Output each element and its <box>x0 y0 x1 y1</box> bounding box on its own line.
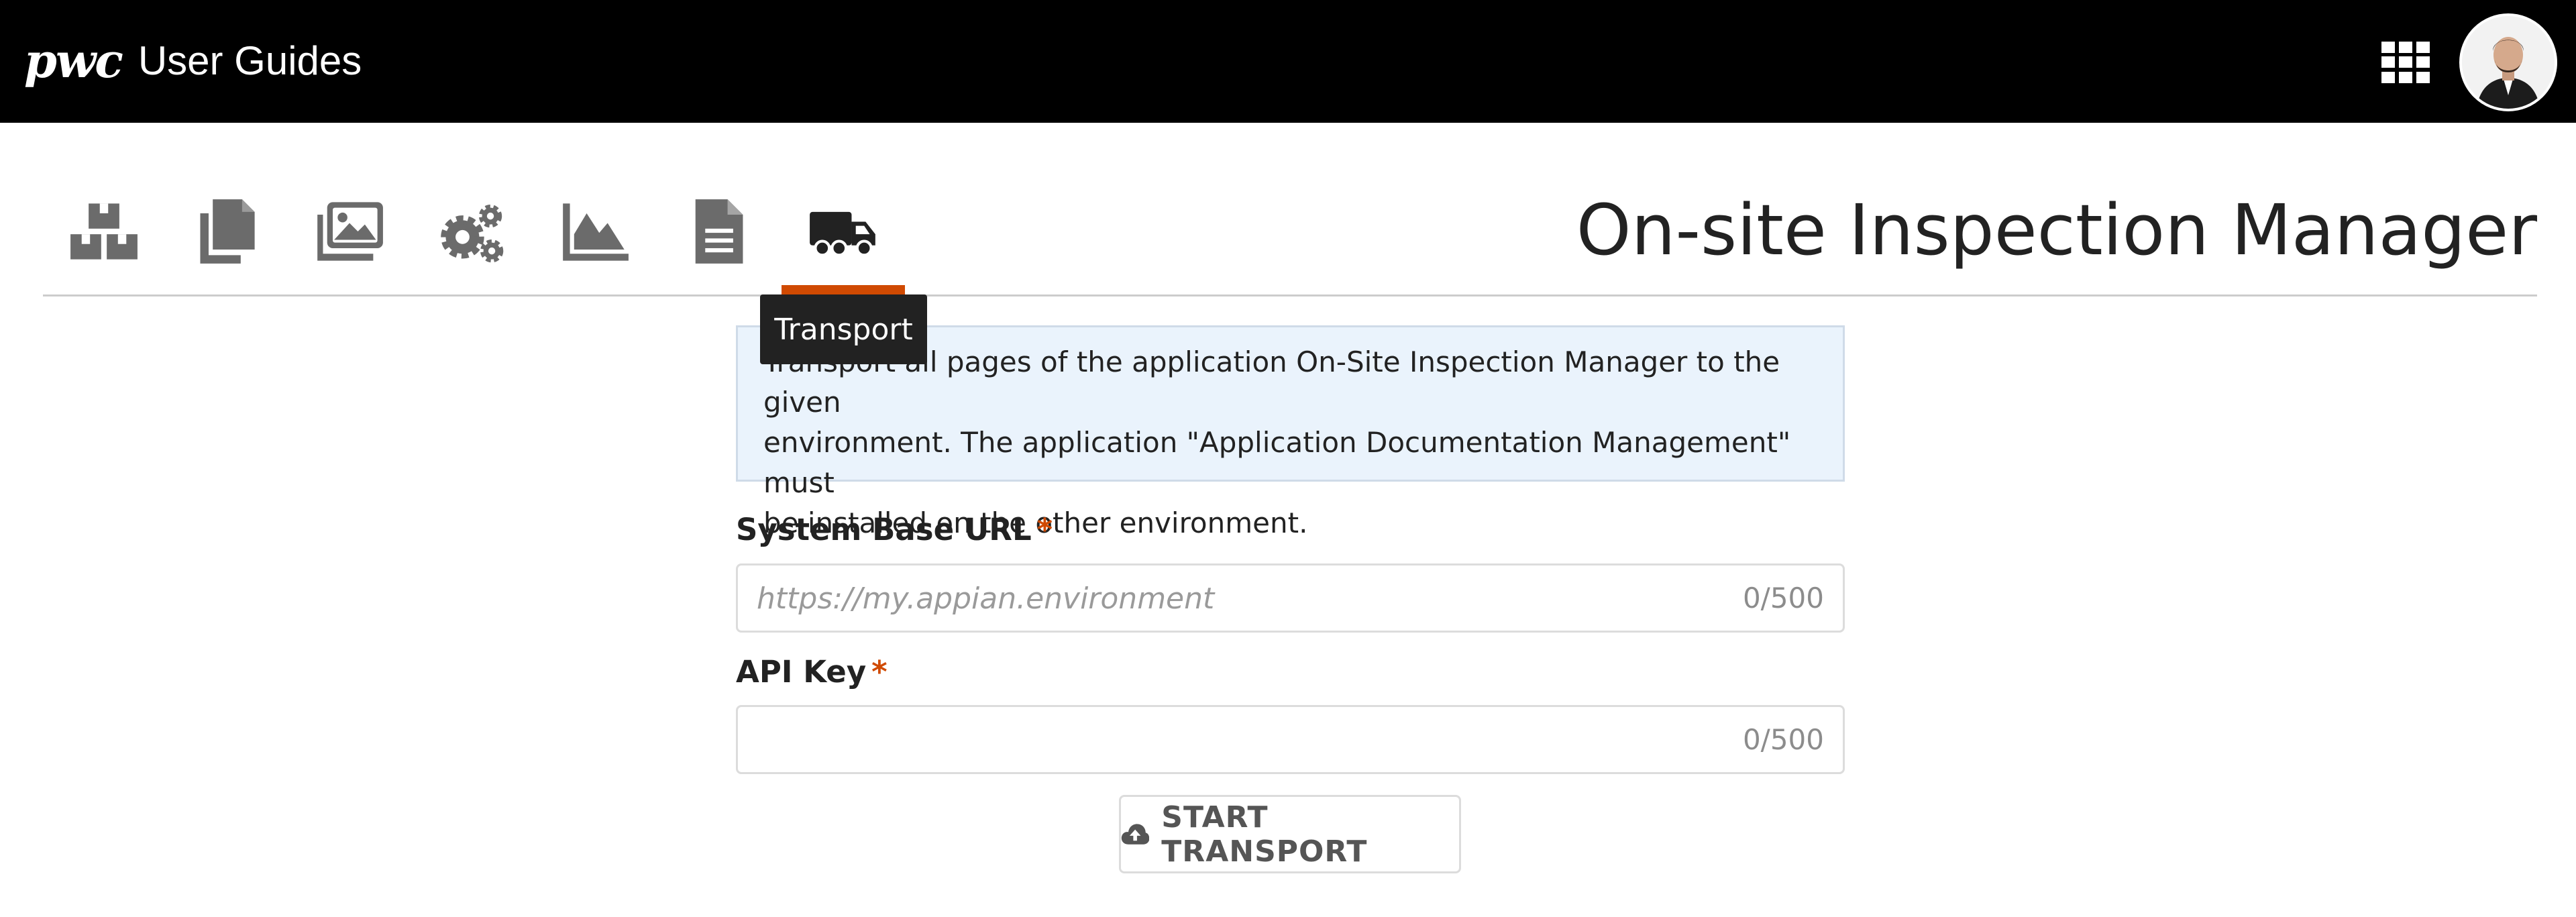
boxes-icon <box>70 203 138 260</box>
nav-tab-boxes[interactable] <box>60 188 148 275</box>
user-avatar[interactable] <box>2459 13 2557 111</box>
gears-icon <box>441 204 504 263</box>
top-bar: pwc User Guides <box>0 0 2576 123</box>
nav-tab-chart[interactable] <box>551 188 639 275</box>
api-key-label-text: API Key <box>736 654 867 690</box>
app-title: User Guides <box>138 38 362 83</box>
avatar-person-icon <box>2462 16 2555 109</box>
nav-tab-transport[interactable] <box>800 188 887 275</box>
system-base-url-field[interactable]: 0/500 <box>736 563 1845 633</box>
area-chart-icon <box>563 203 629 261</box>
system-base-url-input[interactable] <box>755 565 1751 632</box>
nav-divider <box>43 294 2537 296</box>
transport-tooltip: Transport <box>760 294 927 364</box>
truck-icon <box>810 211 875 257</box>
api-key-label: API Key * <box>736 652 888 692</box>
pwc-logo: pwc <box>24 33 123 89</box>
required-marker: * <box>871 654 888 690</box>
images-icon <box>317 202 383 261</box>
required-marker: * <box>1036 512 1053 547</box>
system-base-url-label-text: System Base URL <box>736 512 1032 547</box>
system-base-url-label: System Base URL * <box>736 510 1053 550</box>
api-key-field[interactable]: 0/500 <box>736 705 1845 774</box>
api-key-counter: 0/500 <box>1742 723 1824 756</box>
nav-tab-copy[interactable] <box>183 188 270 275</box>
brand[interactable]: pwc User Guides <box>24 31 362 91</box>
page-title: On-site Inspection Manager <box>1576 189 2537 271</box>
api-key-input[interactable] <box>755 707 1751 773</box>
cloud-upload-icon <box>1121 823 1150 845</box>
nav-tab-settings[interactable] <box>429 188 516 275</box>
start-transport-button[interactable]: START TRANSPORT <box>1119 795 1461 873</box>
nav-tab-images[interactable] <box>306 188 393 275</box>
system-base-url-counter: 0/500 <box>1742 582 1824 614</box>
grid-icon[interactable] <box>2381 42 2430 83</box>
nav-tab-document[interactable] <box>674 188 761 275</box>
start-transport-label: START TRANSPORT <box>1161 800 1368 869</box>
copy-icon <box>200 199 255 264</box>
document-icon <box>695 199 743 264</box>
info-line-2: environment. The application "Applicatio… <box>763 426 1791 499</box>
